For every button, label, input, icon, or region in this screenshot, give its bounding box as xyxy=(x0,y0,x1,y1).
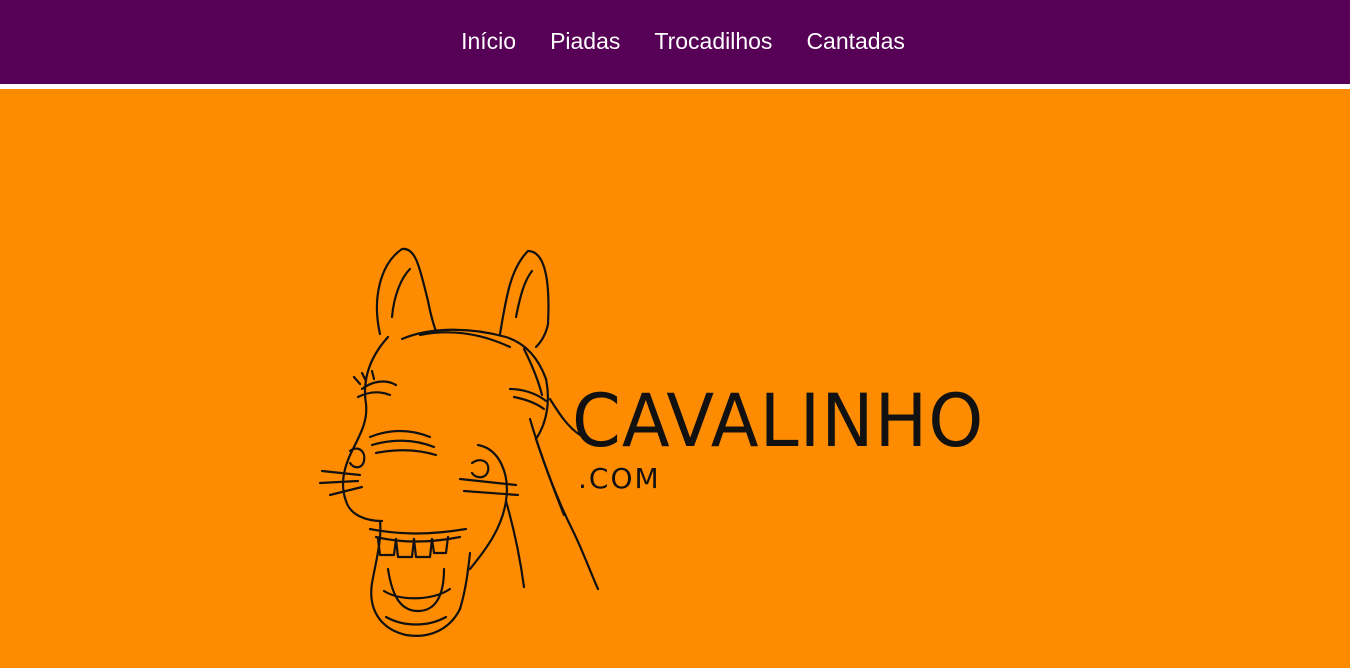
nav-item-piadas: Piadas xyxy=(550,30,620,54)
nav-link-trocadilhos[interactable]: Trocadilhos xyxy=(654,28,772,54)
top-navigation-bar: Início Piadas Trocadilhos Cantadas xyxy=(0,0,1350,89)
nav-link-piadas[interactable]: Piadas xyxy=(550,28,620,54)
nav-link-cantadas[interactable]: Cantadas xyxy=(806,28,904,54)
site-logo[interactable]: CAVALINHO .COM xyxy=(310,239,1010,639)
nav-menu: Início Piadas Trocadilhos Cantadas xyxy=(0,0,1350,84)
hero-banner: CAVALINHO .COM xyxy=(0,89,1350,668)
nav-item-trocadilhos: Trocadilhos xyxy=(654,30,772,54)
brand-name: CAVALINHO xyxy=(572,377,985,464)
nav-item-cantadas: Cantadas xyxy=(806,30,904,54)
nav-item-inicio: Início xyxy=(461,30,516,54)
brand-tld: .COM xyxy=(578,462,661,495)
nav-link-inicio[interactable]: Início xyxy=(461,28,516,54)
